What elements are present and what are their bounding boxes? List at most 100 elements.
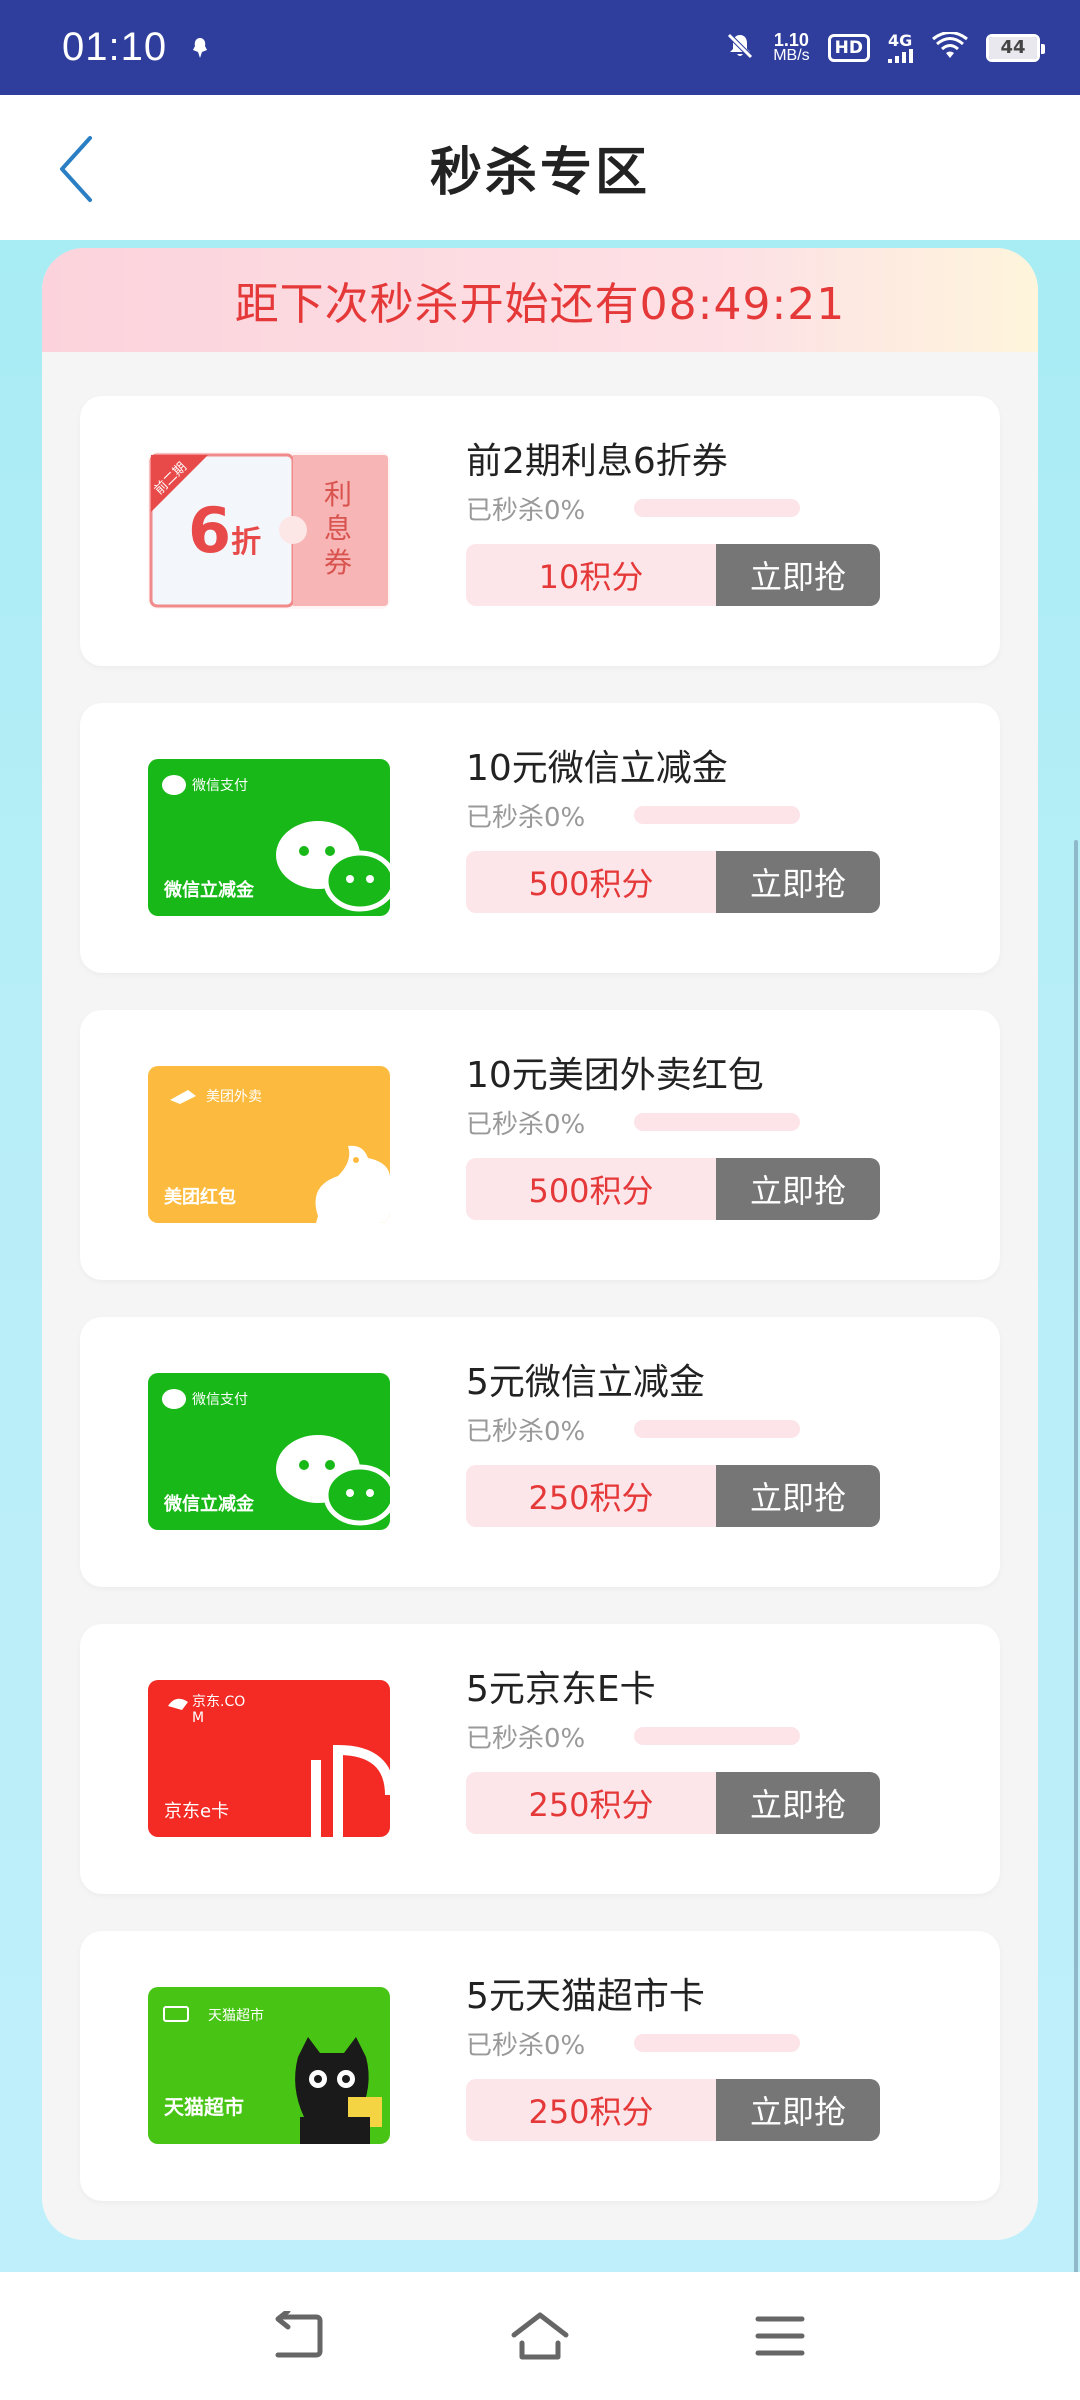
nav-header: 秒杀专区 (0, 95, 1080, 240)
product-image-tmall: 天猫超市 天猫超市 (148, 1987, 390, 2144)
app-notification-icon (189, 35, 211, 61)
thumb-label: 天猫超市 (164, 2095, 244, 2119)
progress-row: 已秒杀0% (466, 1409, 926, 1449)
progress-row: 已秒杀0% (466, 2023, 926, 2063)
discount-number: 6 (188, 494, 232, 567)
battery-level: 44 (1000, 37, 1026, 58)
product-card[interactable]: 微信支付 微信立减金 5元微信立减金 已秒杀0% 250积分 立即抢 (80, 1317, 1000, 1587)
grab-button[interactable]: 立即抢 (716, 1772, 880, 1834)
product-list: 前二期 6折 利息券 前2期利息6折券 已秒杀0% 10积分 立即抢 微信支付 … (80, 396, 1000, 2238)
thumb-label: 微信立减金 (164, 1494, 254, 1515)
product-title: 10元美团外卖红包 (466, 1055, 764, 1096)
nav-menu-button[interactable] (740, 2296, 820, 2376)
countdown-banner: 距下次秒杀开始还有08:49:21 (42, 248, 1038, 352)
product-card[interactable]: 微信支付 微信立减金 10元微信立减金 已秒杀0% 500积分 立即抢 (80, 703, 1000, 973)
product-card[interactable]: 美团外卖 美团红包 10元美团外卖红包 已秒杀0% 500积分 立即抢 (80, 1010, 1000, 1280)
grab-button[interactable]: 立即抢 (716, 544, 880, 606)
tmall-graphic (163, 2006, 382, 2144)
product-card[interactable]: 天猫超市 天猫超市 5元天猫超市卡 已秒杀0% 250积分 立即抢 (80, 1931, 1000, 2201)
hd-badge: HD (827, 33, 870, 62)
product-title: 5元京东E卡 (466, 1669, 656, 1710)
tmall-logo: 天猫超市 (208, 2008, 264, 2024)
flash-sale-panel: 距下次秒杀开始还有08:49:21 前二期 6折 利息券 前2期利息6折券 已秒… (42, 248, 1038, 2240)
price-points: 500积分 (466, 1158, 716, 1220)
action-row: 250积分 立即抢 (466, 1465, 880, 1527)
nav-home-icon (511, 2312, 569, 2360)
nav-back-icon (275, 2311, 323, 2358)
product-title: 10元微信立减金 (466, 748, 728, 789)
progress-bar (634, 806, 800, 824)
net-speed-unit: MB/s (773, 46, 810, 64)
sold-percent: 已秒杀0% (466, 1416, 586, 1447)
thumb-label: 微信立减金 (164, 880, 254, 901)
product-image-wechat: 微信支付 微信立减金 (148, 759, 390, 916)
action-row: 250积分 立即抢 (466, 1772, 880, 1834)
price-points: 10积分 (466, 544, 716, 606)
product-info: 5元京东E卡 已秒杀0% 250积分 立即抢 (466, 1666, 926, 1834)
action-row: 500积分 立即抢 (466, 1158, 880, 1220)
coupon-side-text: 利息券 (324, 478, 353, 579)
scrollbar[interactable] (1074, 840, 1078, 2400)
progress-bar (634, 1113, 800, 1131)
product-image-meituan: 美团外卖 美团红包 (148, 1066, 390, 1223)
product-info: 10元微信立减金 已秒杀0% 500积分 立即抢 (466, 745, 926, 913)
progress-row: 已秒杀0% (466, 795, 926, 835)
sold-percent: 已秒杀0% (466, 495, 586, 526)
product-info: 5元天猫超市卡 已秒杀0% 250积分 立即抢 (466, 1973, 926, 2141)
network-type: 4G (888, 30, 913, 50)
wifi-icon (932, 30, 968, 64)
product-info: 10元美团外卖红包 已秒杀0% 500积分 立即抢 (466, 1052, 926, 1220)
signal-4g: 4G (888, 30, 914, 63)
product-card[interactable]: 京东.COM 京东e卡 5元京东E卡 已秒杀0% 250积分 立即抢 (80, 1624, 1000, 1894)
meituan-logo: 美团外卖 (206, 1089, 262, 1105)
nav-home-button[interactable] (500, 2296, 580, 2376)
discount-unit: 折 (231, 525, 262, 560)
action-row: 10积分 立即抢 (466, 544, 880, 606)
sold-percent: 已秒杀0% (466, 1723, 586, 1754)
back-arrow-icon (60, 136, 92, 202)
status-time: 01:10 (62, 25, 168, 69)
mute-icon (725, 31, 755, 65)
product-info: 前2期利息6折券 已秒杀0% 10积分 立即抢 (466, 438, 926, 606)
sold-percent: 已秒杀0% (466, 802, 586, 833)
grab-button[interactable]: 立即抢 (716, 1158, 880, 1220)
nav-back-button[interactable] (260, 2296, 340, 2376)
progress-row: 已秒杀0% (466, 1716, 926, 1756)
product-title: 5元微信立减金 (466, 1362, 705, 1403)
status-bar: 01:10 1.10 MB/s HD 4G 44 (0, 0, 1080, 95)
system-nav-bar (0, 2272, 1080, 2400)
thumb-label: 京东e卡 (164, 1801, 230, 1822)
back-button[interactable] (46, 133, 106, 205)
progress-bar (634, 1727, 800, 1745)
nav-menu-icon (755, 2316, 805, 2356)
action-row: 250积分 立即抢 (466, 2079, 880, 2141)
coupon-discount: 6折 (188, 494, 261, 567)
product-image-coupon: 前二期 6折 利息券 (148, 452, 390, 609)
price-points: 250积分 (466, 1772, 716, 1834)
grab-button[interactable]: 立即抢 (716, 1465, 880, 1527)
grab-button[interactable]: 立即抢 (716, 2079, 880, 2141)
progress-bar (634, 1420, 800, 1438)
progress-bar (634, 499, 800, 517)
product-title: 5元天猫超市卡 (466, 1976, 705, 2017)
page-title: 秒杀专区 (429, 143, 650, 203)
price-points: 500积分 (466, 851, 716, 913)
jd-logo: 京东.COM (192, 1694, 246, 1726)
network-speed: 1.10 MB/s (773, 31, 810, 64)
wechat-pay-logo: 微信支付 (192, 1392, 248, 1408)
product-title: 前2期利息6折券 (466, 441, 728, 482)
sold-percent: 已秒杀0% (466, 1109, 586, 1140)
price-points: 250积分 (466, 1465, 716, 1527)
battery-icon: 44 (986, 33, 1045, 62)
progress-bar (634, 2034, 800, 2052)
sold-percent: 已秒杀0% (466, 2030, 586, 2061)
product-card[interactable]: 前二期 6折 利息券 前2期利息6折券 已秒杀0% 10积分 立即抢 (80, 396, 1000, 666)
thumb-label: 美团红包 (164, 1187, 236, 1208)
grab-button[interactable]: 立即抢 (716, 851, 880, 913)
price-points: 250积分 (466, 2079, 716, 2141)
progress-row: 已秒杀0% (466, 1102, 926, 1142)
product-info: 5元微信立减金 已秒杀0% 250积分 立即抢 (466, 1359, 926, 1527)
product-image-wechat: 微信支付 微信立减金 (148, 1373, 390, 1530)
progress-row: 已秒杀0% (466, 488, 926, 528)
wechat-pay-logo: 微信支付 (192, 778, 248, 794)
